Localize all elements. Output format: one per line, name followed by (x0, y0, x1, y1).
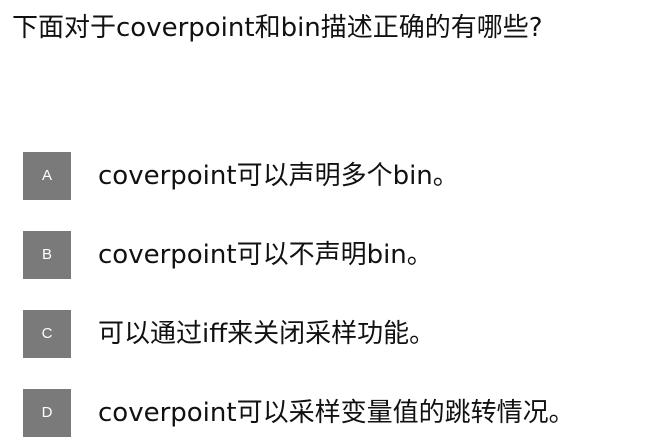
option-b[interactable]: B coverpoint可以不声明bin。 (0, 231, 664, 281)
option-b-letter-badge[interactable]: B (23, 231, 71, 279)
option-d-text: coverpoint可以采样变量值的跳转情况。 (98, 398, 575, 428)
option-a[interactable]: A coverpoint可以声明多个bin。 (0, 152, 664, 202)
question-text: 下面对于coverpoint和bin描述正确的有哪些? (12, 13, 543, 43)
option-c[interactable]: C 可以通过iff来关闭采样功能。 (0, 310, 664, 360)
option-a-text: coverpoint可以声明多个bin。 (98, 161, 459, 191)
option-c-letter-badge[interactable]: C (23, 310, 71, 358)
option-a-letter-badge[interactable]: A (23, 152, 71, 200)
option-c-text: 可以通过iff来关闭采样功能。 (98, 319, 436, 349)
option-b-text: coverpoint可以不声明bin。 (98, 240, 433, 270)
option-d-letter-badge[interactable]: D (23, 389, 71, 437)
